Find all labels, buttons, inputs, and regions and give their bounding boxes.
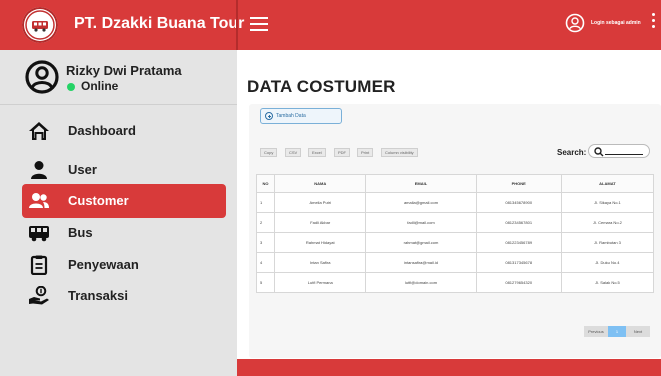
table-row[interactable]: 5 Lutfi Permana lutfi@domain.com 0812796… (256, 272, 655, 293)
column-header-alamat[interactable]: ALAMAT (560, 174, 655, 193)
export-buttons: Copy CSV Excel PDF Print Column visibili… (260, 148, 446, 158)
cell-phone: 081317345678 (475, 252, 562, 273)
cell-email: amalia@gmail.com (365, 192, 477, 213)
cell-nama: Rahmat Hidayat (273, 232, 367, 253)
add-data-label: Tambah Data (276, 113, 306, 119)
cell-alamat: Jl. Rambutan 3 (560, 232, 655, 253)
cell-alamat: Jl. Cemara No.2 (560, 212, 655, 233)
csv-button[interactable]: CSV (285, 148, 302, 157)
cell-no: 5 (256, 272, 275, 293)
more-options-icon[interactable] (652, 13, 658, 35)
cell-nama: Lutfi Permana (273, 272, 367, 293)
home-icon (28, 121, 50, 141)
cell-alamat: Jl. Duku No.4 (560, 252, 655, 273)
menu-toggle-icon[interactable] (250, 17, 268, 31)
sidebar-item-label: Dashboard (68, 123, 136, 138)
cell-email: lutfi@domain.com (365, 272, 477, 293)
column-header-phone[interactable]: PHONE (475, 174, 562, 193)
cell-no: 4 (256, 252, 275, 273)
account-icon[interactable] (565, 13, 585, 38)
table-row[interactable]: 3 Rahmat Hidayat rahmat@gmail.com 081223… (256, 232, 655, 253)
search-label: Search: (557, 148, 587, 157)
print-button[interactable]: Print (357, 148, 374, 157)
search-input-underline (605, 154, 643, 155)
pagination-page-current[interactable]: 1 (608, 326, 626, 337)
cell-phone: 081345678900 (475, 192, 562, 213)
hand-money-icon (28, 285, 50, 306)
column-header-no[interactable]: NO (256, 174, 275, 193)
company-logo (22, 7, 58, 43)
user-profile-panel: Rizky Dwi Pratama Online (0, 50, 237, 105)
sidebar-item-label: Bus (68, 225, 93, 240)
pagination-next-button[interactable]: Next (626, 326, 650, 337)
footer-bar (237, 359, 661, 376)
sidebar-item-transaksi[interactable]: Transaksi (22, 279, 226, 313)
search-icon (594, 147, 604, 157)
sidebar-item-user[interactable]: User (22, 153, 226, 187)
add-data-button[interactable]: Tambah Data (260, 108, 342, 124)
pdf-button[interactable]: PDF (334, 148, 350, 157)
cell-nama: Fadli Akbar (273, 212, 367, 233)
pagination: Previous 1 Next (584, 326, 650, 337)
cell-email: intansafira@mail.id (365, 252, 477, 273)
cell-no: 3 (256, 232, 275, 253)
column-header-nama[interactable]: NAMA (273, 174, 367, 193)
cell-phone: 081234567801 (475, 212, 562, 233)
excel-button[interactable]: Excel (308, 148, 326, 157)
plus-circle-icon (265, 112, 273, 120)
search-input[interactable] (588, 144, 650, 158)
sidebar-item-dashboard[interactable]: Dashboard (22, 114, 226, 148)
user-icon (28, 160, 50, 180)
header-divider (236, 0, 238, 50)
column-visibility-button[interactable]: Column visibility (381, 148, 418, 157)
users-icon (28, 191, 50, 211)
cell-no: 2 (256, 212, 275, 233)
profile-status: Online (81, 79, 119, 93)
avatar-icon (25, 60, 59, 99)
sidebar-item-label: Customer (68, 193, 129, 208)
main-content: DATA COSTUMER Tambah Data Copy CSV Excel… (237, 50, 661, 376)
cell-nama: Intan Safira (273, 252, 367, 273)
online-status-dot (67, 83, 75, 91)
cell-phone: 081223456789 (475, 232, 562, 253)
table-row[interactable]: 1 Amelia Putri amalia@gmail.com 08134567… (256, 192, 655, 213)
bus-icon (28, 223, 50, 243)
sidebar-item-label: User (68, 162, 97, 177)
sidebar-item-customer[interactable]: Customer (22, 184, 226, 218)
table-header-row: NO NAMA EMAIL PHONE ALAMAT (256, 174, 655, 193)
column-header-email[interactable]: EMAIL (365, 174, 477, 193)
cell-no: 1 (256, 192, 275, 213)
copy-button[interactable]: Copy (260, 148, 278, 157)
cell-email: fadli@mail.com (365, 212, 477, 233)
cell-alamat: Jl. Salak No.5 (560, 272, 655, 293)
sidebar-item-penyewaan[interactable]: Penyewaan (22, 248, 226, 282)
table-row[interactable]: 4 Intan Safira intansafira@mail.id 08131… (256, 252, 655, 273)
cell-email: rahmat@gmail.com (365, 232, 477, 253)
cell-nama: Amelia Putri (273, 192, 367, 213)
pagination-previous-button[interactable]: Previous (584, 326, 608, 337)
sidebar: Rizky Dwi Pratama Online Dashboard User (0, 50, 237, 376)
page-title: DATA COSTUMER (247, 77, 396, 96)
clipboard-icon (28, 255, 50, 276)
cell-alamat: Jl. Sikaya No.1 (560, 192, 655, 213)
brand-name: PT. Dzakki Buana Tour (74, 15, 245, 32)
profile-name: Rizky Dwi Pratama (66, 63, 182, 78)
table-row[interactable]: 2 Fadli Akbar fadli@mail.com 08123456780… (256, 212, 655, 233)
sidebar-item-label: Transaksi (68, 288, 128, 303)
sidebar-item-label: Penyewaan (68, 257, 139, 272)
cell-phone: 081279654320 (475, 272, 562, 293)
customer-table: NO NAMA EMAIL PHONE ALAMAT 1 Amelia Putr… (256, 174, 655, 293)
login-status-text[interactable]: Login sebagai admin (591, 20, 641, 26)
top-header: PT. Dzakki Buana Tour Login sebagai admi… (0, 0, 661, 50)
sidebar-item-bus[interactable]: Bus (22, 216, 226, 250)
